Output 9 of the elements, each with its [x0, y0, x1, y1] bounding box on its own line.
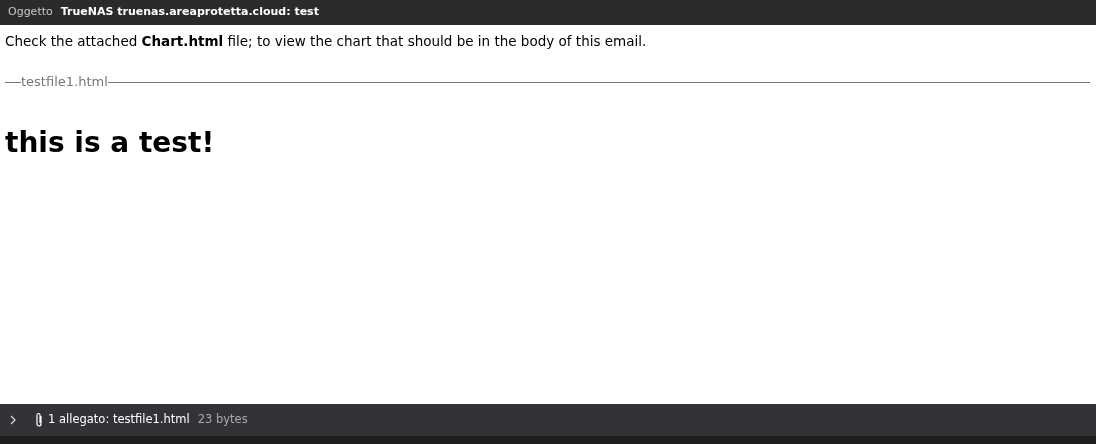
subject-text: TrueNAS truenas.areaprotetta.cloud: test	[60, 4, 319, 21]
subject-label: Oggetto	[8, 4, 53, 21]
attachment-legend: testfile1.html	[21, 72, 108, 92]
chevron-icon[interactable]	[8, 415, 18, 425]
heading: this is a test!	[5, 124, 216, 161]
paperclip-icon	[34, 412, 44, 428]
attachment-size: 23 bytes	[197, 411, 248, 429]
attachment-summary[interactable]: 1 allegato: testfile1.html	[48, 411, 190, 429]
message-text: Check the attached Chart.html file; to view the chart that should be in the body of this email.	[5, 32, 648, 51]
